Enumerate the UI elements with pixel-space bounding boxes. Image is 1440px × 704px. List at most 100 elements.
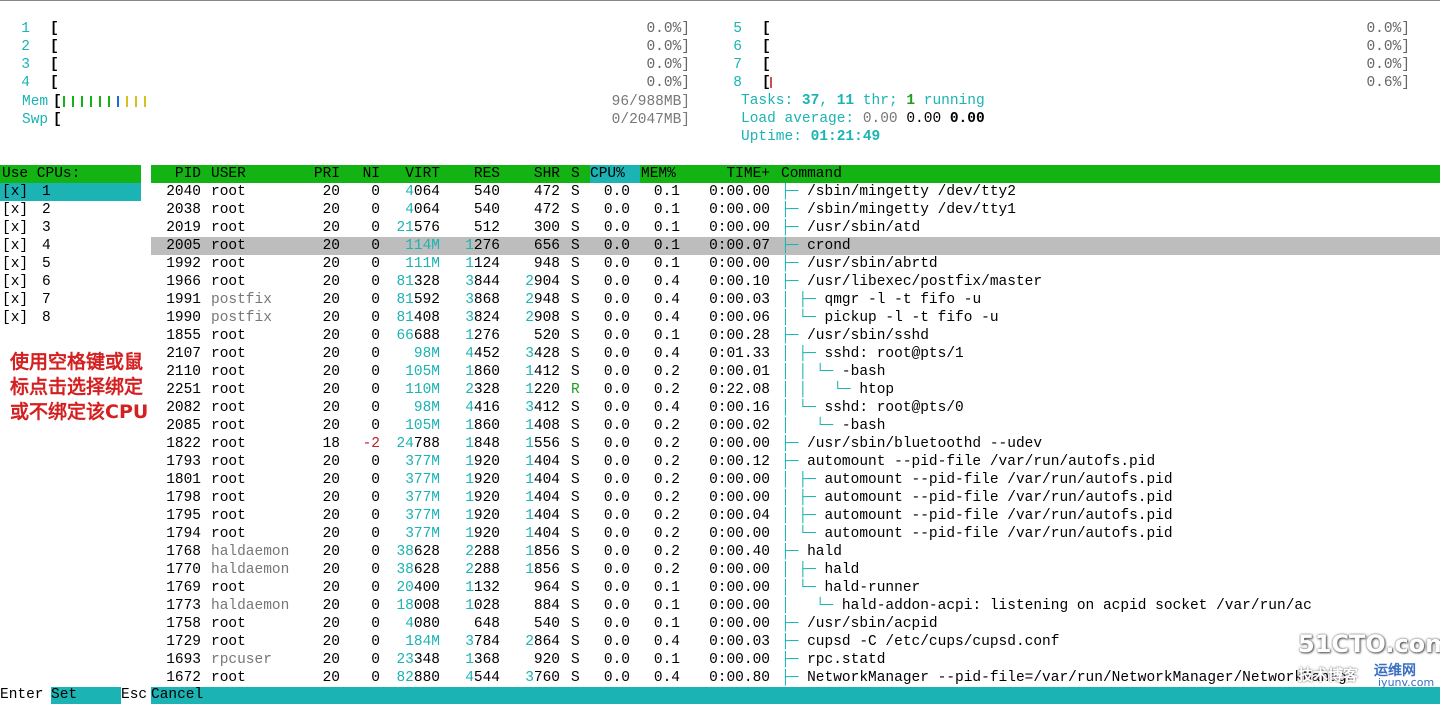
process-row[interactable]: 1966 root 20 0 81328 3844 2904 S 0.0 0.4 0:00.10 ├─… [151,273,1440,291]
command-cell: │ ├─ sshd: root@pts/1 [781,345,964,363]
virt-cell: 377M [381,471,440,489]
cpu-checkbox-item[interactable]: [x] 2 [0,201,141,219]
pri-cell: 20 [322,292,340,308]
process-row[interactable]: 1992 root 20 0 111M 1124 948 S 0.0 0.1 0:00.00 ├─ /… [151,255,1440,273]
mem-bar-tick [126,95,128,107]
process-row[interactable]: 1794 root 20 0 377M 1920 1404 S 0.0 0.2 0:00.00 │ └… [151,525,1440,543]
col-shr[interactable]: SHR [501,165,560,183]
state-cell: S [571,184,580,200]
col-user[interactable]: USER [211,165,246,183]
command-cell: │ └─ sshd: root@pts/0 [781,399,964,417]
shr-cell-high: 2 [525,274,534,290]
process-row[interactable]: 1793 root 20 0 377M 1920 1404 S 0.0 0.2 0:00.12 ├─ … [151,453,1440,471]
virt-cell-high: 18 [396,598,414,614]
time-cell: 0:00.00 [709,472,770,488]
cpu-cell: 0.0 [603,562,630,578]
cpu-meter-value: 0.0%] [1366,39,1410,55]
cpu-checkbox-item[interactable]: [x] 7 [0,291,141,309]
res-cell-low: 920 [473,508,500,524]
user-cell: root [211,508,246,524]
cpu-checkbox-item[interactable]: [x] 3 [0,219,141,237]
user-cell: root [211,184,246,200]
process-row[interactable]: 1991 postfix 20 0 81592 3868 2948 S 0.0 0.4 0:00.0… [151,291,1440,309]
process-row[interactable]: 1795 root 20 0 377M 1920 1404 S 0.0 0.2 0:00.04 │ ├… [151,507,1440,525]
col-state[interactable]: S [571,165,580,183]
process-row[interactable]: 1770 haldaemon 20 0 38628 2288 1856 S 0.0 0.2 0:00… [151,561,1440,579]
mem-cell: 0.1 [653,616,680,632]
shr-cell-low: 412 [533,400,560,416]
load-label: Load average: [741,111,863,127]
process-row[interactable]: 1672 root 20 0 82880 4544 3760 S 0.0 0.4 0:00.80 ├─… [151,669,1440,687]
mem-cell: 0.1 [653,598,680,614]
time-cell: 0:00.01 [709,364,770,380]
cpu-meter-value: 0.0%] [646,57,690,73]
process-row[interactable]: 2251 root 20 0 110M 2328 1220 R 0.0 0.2 0:22.08 │ │… [151,381,1440,399]
shr-cell-low: 864 [533,634,560,650]
cpu-checkbox: [x] [2,238,29,254]
virt-cell-low: 105M [405,418,440,434]
process-row[interactable]: 2107 root 20 0 98M 4452 3428 S 0.0 0.4 0:01.33 │ ├─… [151,345,1440,363]
process-row[interactable]: 1693 rpcuser 20 0 23348 1368 920 S 0.0 0.1 0:00.00… [151,651,1440,669]
col-ni[interactable]: NI [341,165,380,183]
mem-bar-tick [117,95,119,107]
process-row[interactable]: 2038 root 20 0 4064 540 472 S 0.0 0.1 0:00.00 ├─ /s… [151,201,1440,219]
process-row[interactable]: 2085 root 20 0 105M 1860 1408 S 0.0 0.2 0:00.02 │ └… [151,417,1440,435]
process-row[interactable]: 1768 haldaemon 20 0 38628 2288 1856 S 0.0 0.2 0:00… [151,543,1440,561]
ni-cell: 0 [371,328,380,344]
process-row[interactable]: 2005 root 20 0 114M 1276 656 S 0.0 0.1 0:00.07 ├─ c… [151,237,1440,255]
user-cell: haldaemon [211,544,290,560]
process-row[interactable]: 1758 root 20 0 4080 648 540 S 0.0 0.1 0:00.00 ├─ /u… [151,615,1440,633]
col-time[interactable]: TIME+ [691,165,770,183]
res-cell: 3824 [441,309,500,327]
process-row[interactable]: 1822 root 18 -2 24788 1848 1556 S 0.0 0.2 0:00.00 ├… [151,435,1440,453]
res-cell-low: 028 [473,598,500,614]
virt-cell-high: 66 [396,328,414,344]
cpu-cell: 0.0 [603,598,630,614]
process-row[interactable]: 1801 root 20 0 377M 1920 1404 S 0.0 0.2 0:00.00 │ ├… [151,471,1440,489]
process-row[interactable]: 1855 root 20 0 66688 1276 520 S 0.0 0.1 0:00.28 ├─ … [151,327,1440,345]
col-pri[interactable]: PRI [301,165,340,183]
process-row[interactable]: 2082 root 20 0 98M 4416 3412 S 0.0 0.4 0:00.16 │ └─… [151,399,1440,417]
command-text: hald-runner [824,580,921,596]
col-cpu[interactable]: CPU% [590,165,640,183]
virt-cell-high: 4 [405,202,414,218]
process-row[interactable]: 1990 postfix 20 0 81408 3824 2908 S 0.0 0.4 0:00.0… [151,309,1440,327]
process-row[interactable]: 2040 root 20 0 4064 540 472 S 0.0 0.1 0:00.00 ├─ /s… [151,183,1440,201]
shr-cell-low: 760 [533,670,560,686]
cpu-checkbox-item[interactable]: [x] 4 [0,237,141,255]
process-row[interactable]: 1773 haldaemon 20 0 18008 1028 884 S 0.0 0.1 0:00.… [151,597,1440,615]
col-res[interactable]: RES [441,165,500,183]
pri-cell: 20 [322,454,340,470]
process-row[interactable]: 2110 root 20 0 105M 1860 1412 S 0.0 0.2 0:00.01 │ │… [151,363,1440,381]
cancel-button[interactable]: Cancel [151,687,203,704]
set-button[interactable]: Set [51,687,77,704]
time-cell: 0:00.80 [709,670,770,686]
pid-cell: 2251 [166,382,201,398]
cpu-checkbox-item[interactable]: [x] 6 [0,273,141,291]
virt-cell: 98M [381,345,440,363]
col-pid[interactable]: PID [151,165,201,183]
process-row[interactable]: 1729 root 20 0 184M 3784 2864 S 0.0 0.4 0:00.03 ├─ … [151,633,1440,651]
cpu-meter: 8[0.6%] [730,74,1410,92]
ni-cell: 0 [371,382,380,398]
res-cell-high: 1 [465,598,474,614]
virt-cell-low: 628 [413,544,440,560]
uptime-line: Uptime: 01:21:49 [741,129,880,145]
process-row[interactable]: 2019 root 20 0 21576 512 300 S 0.0 0.1 0:00.00 ├─ /… [151,219,1440,237]
col-command[interactable]: Command [781,165,842,183]
ni-cell: 0 [371,472,380,488]
col-mem[interactable]: MEM% [641,165,676,183]
cpu-checkbox-item[interactable]: [x] 8 [0,309,141,327]
pid-cell: 2107 [166,346,201,362]
pid-cell: 1793 [166,454,201,470]
ni-cell: 0 [371,670,380,686]
cpu-checkbox-item[interactable]: [x] 5 [0,255,141,273]
time-cell: 0:00.00 [709,598,770,614]
cpu-cell: 0.0 [603,634,630,650]
col-virt[interactable]: VIRT [381,165,440,183]
cpu-checkbox-item[interactable]: [x] 1 [0,183,141,201]
process-row[interactable]: 1798 root 20 0 377M 1920 1404 S 0.0 0.2 0:00.00 │ ├… [151,489,1440,507]
shr-cell-high: 1 [525,472,534,488]
pri-cell: 20 [322,310,340,326]
process-row[interactable]: 1769 root 20 0 20400 1132 964 S 0.0 0.1 0:00.00 │ └… [151,579,1440,597]
